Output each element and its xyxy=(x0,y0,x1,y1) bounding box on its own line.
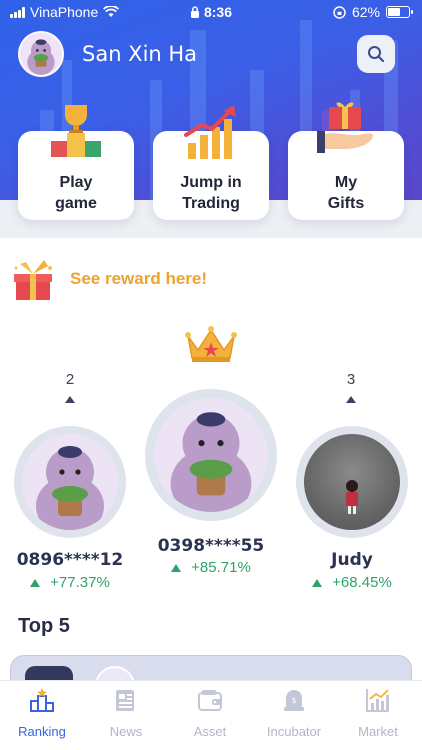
rank-2-indicator xyxy=(65,396,75,403)
rising-chart-icon xyxy=(184,105,236,159)
tab-news-label: News xyxy=(109,724,143,739)
gift-hand-icon xyxy=(317,102,373,153)
rank-2-change: +77.37% xyxy=(0,574,140,591)
battery-icon xyxy=(386,6,413,18)
gift-box-icon xyxy=(14,260,52,300)
trophy-podium-icon xyxy=(51,105,101,157)
tab-incubator-label: Incubator xyxy=(266,724,322,739)
rank-3-change-value: +68.45% xyxy=(332,574,392,591)
rank-1-change: +85.71% xyxy=(141,559,281,576)
tab-news[interactable]: News xyxy=(84,681,168,750)
rank-2-name: 0896****12 xyxy=(16,550,124,570)
battery-percent: 62% xyxy=(351,4,380,20)
rank-3-name: Judy xyxy=(331,550,373,570)
rank-3-number: 3 xyxy=(346,371,356,388)
play-game-label-1: Play xyxy=(59,174,93,191)
lock-icon xyxy=(190,6,199,18)
bottom-tab-bar: Ranking News Asset $ Incubator Market xyxy=(0,680,422,750)
rank-2-change-value: +77.37% xyxy=(50,574,110,591)
section-title: Top 5 xyxy=(18,615,70,637)
news-icon xyxy=(116,690,134,711)
trading-label-1: Jump in xyxy=(180,174,242,191)
jump-in-trading-card[interactable]: Jump in Trading xyxy=(153,105,269,220)
search-button[interactable] xyxy=(357,35,395,73)
play-game-label-2: game xyxy=(55,195,97,212)
gifts-label-1: My xyxy=(334,174,358,191)
incubator-icon: $ xyxy=(284,690,304,711)
user-avatar[interactable] xyxy=(18,31,64,77)
crown-icon xyxy=(185,326,237,362)
tab-asset[interactable]: Asset xyxy=(168,681,252,750)
username: San Xin Ha xyxy=(82,42,198,66)
market-chart-icon xyxy=(366,689,389,712)
clock-time: 8:36 xyxy=(203,4,233,20)
rank-1-change-value: +85.71% xyxy=(191,559,251,576)
up-arrow-icon xyxy=(171,563,182,572)
reward-banner[interactable] xyxy=(10,258,56,304)
trading-label-2: Trading xyxy=(182,195,240,212)
status-bar: VinaPhone 8:36 62% xyxy=(0,0,422,24)
play-game-card[interactable]: Play game xyxy=(18,105,134,220)
svg-text:$: $ xyxy=(291,696,296,705)
rotation-lock-icon xyxy=(333,5,346,19)
up-arrow-icon xyxy=(30,578,41,587)
rank-1-avatar[interactable] xyxy=(145,389,277,521)
tab-ranking-label: Ranking xyxy=(18,724,66,739)
rank-3-indicator xyxy=(346,396,356,403)
tab-market-label: Market xyxy=(358,724,398,739)
tab-incubator[interactable]: $ Incubator xyxy=(252,681,336,750)
reward-link[interactable]: See reward here! xyxy=(70,269,207,289)
tab-ranking[interactable]: Ranking xyxy=(0,681,84,750)
search-icon xyxy=(368,46,385,63)
ranking-icon xyxy=(30,688,54,712)
rank-3-avatar[interactable] xyxy=(296,426,408,538)
tab-asset-label: Asset xyxy=(193,724,227,739)
rank-3-change: +68.45% xyxy=(282,574,422,591)
rank-1-name: 0398****55 xyxy=(157,536,265,556)
my-gifts-card[interactable]: My Gifts xyxy=(288,102,404,220)
up-arrow-icon xyxy=(312,578,323,587)
wallet-icon xyxy=(198,690,222,711)
rank-2-avatar[interactable] xyxy=(14,426,126,538)
gifts-label-2: Gifts xyxy=(327,195,365,212)
tab-market[interactable]: Market xyxy=(336,681,420,750)
rank-2-number: 2 xyxy=(65,371,75,388)
